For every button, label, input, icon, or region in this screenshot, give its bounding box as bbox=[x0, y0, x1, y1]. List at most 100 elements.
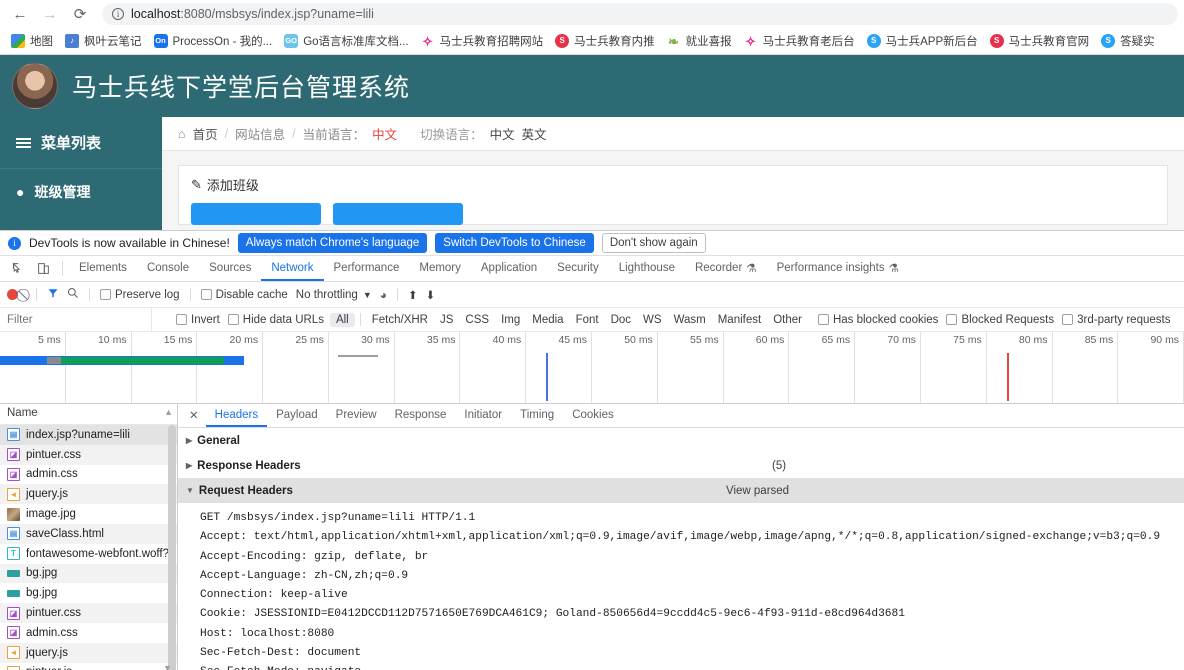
request-row[interactable]: ▤ index.jsp?uname=lili bbox=[0, 425, 177, 445]
request-row[interactable]: ◪ pintuer.css bbox=[0, 444, 177, 465]
bookmark-item[interactable]: S 马士兵教育内推 bbox=[550, 31, 662, 51]
preserve-log-checkbox[interactable]: Preserve log bbox=[100, 289, 180, 301]
form-field-button[interactable] bbox=[191, 203, 321, 225]
filter-type-wasm[interactable]: Wasm bbox=[668, 313, 712, 327]
record-icon[interactable] bbox=[7, 289, 18, 300]
breadcrumb-section[interactable]: 网站信息 bbox=[235, 124, 285, 143]
sidebar-item-class-management[interactable]: ● 班级管理 bbox=[0, 169, 162, 215]
scroll-up-icon[interactable]: ▲ bbox=[164, 407, 177, 424]
address-bar[interactable]: i localhost:8080/msbsys/index.jsp?uname=… bbox=[102, 3, 1178, 25]
request-row[interactable]: bg.jpg bbox=[0, 583, 177, 603]
switch-devtools-chinese-button[interactable]: Switch DevTools to Chinese bbox=[435, 233, 594, 253]
tab-performance-insights[interactable]: Performance insights ⚗ bbox=[767, 256, 909, 281]
filter-type-img[interactable]: Img bbox=[495, 313, 526, 327]
tab-network[interactable]: Network bbox=[261, 256, 324, 281]
request-row[interactable]: bg.jpg bbox=[0, 563, 177, 584]
tab-console[interactable]: Console bbox=[137, 256, 199, 281]
back-icon[interactable]: ← bbox=[6, 2, 34, 26]
request-row[interactable]: ◄ pintuer.js bbox=[0, 663, 177, 670]
request-row[interactable]: Tfontawesome-webfont.woff?v bbox=[0, 544, 177, 564]
tab-preview[interactable]: Preview bbox=[327, 404, 386, 427]
request-row[interactable]: ◄ jquery.js bbox=[0, 642, 177, 663]
request-row[interactable]: ◪ admin.css bbox=[0, 465, 177, 485]
reload-icon[interactable]: ⟳ bbox=[66, 2, 94, 26]
tab-timing[interactable]: Timing bbox=[511, 404, 563, 427]
device-toolbar-icon[interactable] bbox=[30, 256, 56, 281]
has-blocked-cookies-checkbox[interactable]: Has blocked cookies bbox=[817, 314, 938, 326]
filter-icon[interactable] bbox=[47, 287, 59, 302]
bookmark-item[interactable]: S 答疑实 bbox=[1096, 31, 1162, 51]
tab-payload[interactable]: Payload bbox=[267, 404, 327, 427]
filter-type-fetch-xhr[interactable]: Fetch/XHR bbox=[366, 313, 434, 327]
bookmark-item[interactable]: GO Go语言标准库文档... bbox=[279, 31, 415, 51]
filter-input[interactable] bbox=[0, 308, 152, 331]
throttling-select[interactable]: No throttling ▼ bbox=[296, 289, 372, 301]
tab-recorder[interactable]: Recorder ⚗ bbox=[685, 256, 767, 281]
general-section-header[interactable]: ▶ General bbox=[178, 428, 1184, 453]
request-row[interactable]: ◄ jquery.js bbox=[0, 484, 177, 505]
inspect-element-icon[interactable] bbox=[4, 256, 30, 281]
bookmark-item[interactable]: S 马士兵APP新后台 bbox=[862, 31, 985, 51]
switch-language-en[interactable]: 英文 bbox=[522, 124, 547, 143]
tab-security[interactable]: Security bbox=[547, 256, 609, 281]
tab-application[interactable]: Application bbox=[471, 256, 547, 281]
filter-type-ws[interactable]: WS bbox=[637, 313, 668, 327]
breadcrumb-home[interactable]: 首页 bbox=[193, 124, 218, 143]
bookmark-item[interactable]: ❧ 就业喜报 bbox=[662, 31, 739, 51]
tab-elements[interactable]: Elements bbox=[69, 256, 137, 281]
filter-type-font[interactable]: Font bbox=[570, 313, 605, 327]
search-icon[interactable] bbox=[67, 287, 79, 302]
tab-sources[interactable]: Sources bbox=[199, 256, 261, 281]
filter-type-media[interactable]: Media bbox=[526, 313, 569, 327]
view-parsed-button[interactable]: View parsed bbox=[726, 485, 789, 497]
filter-type-other[interactable]: Other bbox=[767, 313, 808, 327]
export-har-icon[interactable]: ⬇ bbox=[426, 288, 436, 302]
filter-type-css[interactable]: CSS bbox=[459, 313, 495, 327]
hide-data-urls-checkbox[interactable]: Hide data URLs bbox=[227, 314, 324, 326]
request-headers-section-header[interactable]: ▼ Request Headers View parsed bbox=[178, 478, 1184, 503]
request-list-scrollbar[interactable] bbox=[168, 425, 176, 670]
menu-list-header[interactable]: 菜单列表 bbox=[0, 117, 162, 169]
filter-type-doc[interactable]: Doc bbox=[605, 313, 637, 327]
tab-lighthouse[interactable]: Lighthouse bbox=[609, 256, 685, 281]
bookmark-item[interactable]: S 马士兵教育官网 bbox=[985, 31, 1097, 51]
bookmark-item[interactable]: On ProcessOn - 我的... bbox=[149, 31, 280, 51]
tab-memory[interactable]: Memory bbox=[409, 256, 471, 281]
filter-type-js[interactable]: JS bbox=[434, 313, 459, 327]
close-icon[interactable]: ✕ bbox=[182, 404, 206, 427]
network-conditions-icon[interactable]: ◕ bbox=[380, 288, 387, 302]
scroll-down-icon[interactable]: ▼ bbox=[163, 663, 176, 670]
network-overview-timeline[interactable]: 5 ms 10 ms 15 ms 20 ms 25 ms 30 ms 35 ms… bbox=[0, 332, 1184, 404]
bookmark-item[interactable]: ✧ 马士兵教育招聘网站 bbox=[416, 31, 551, 51]
forward-icon[interactable]: → bbox=[36, 2, 64, 26]
tab-response[interactable]: Response bbox=[386, 404, 456, 427]
header-line: Sec-Fetch-Mode: navigate bbox=[200, 663, 1184, 670]
always-match-language-button[interactable]: Always match Chrome's language bbox=[237, 233, 428, 253]
tab-headers[interactable]: Headers bbox=[205, 404, 268, 427]
filter-type-manifest[interactable]: Manifest bbox=[712, 313, 767, 327]
tab-performance[interactable]: Performance bbox=[324, 256, 410, 281]
timeline-cell: 35 ms bbox=[395, 332, 461, 403]
column-header-name[interactable]: Name bbox=[7, 407, 38, 424]
request-row[interactable]: image.jpg bbox=[0, 504, 177, 524]
request-row[interactable]: ◪ pintuer.css bbox=[0, 603, 177, 623]
disable-cache-checkbox[interactable]: Disable cache bbox=[200, 289, 288, 301]
request-row[interactable]: ▤ saveClass.html bbox=[0, 523, 177, 544]
site-info-icon[interactable]: i bbox=[112, 8, 124, 20]
form-field-button[interactable] bbox=[333, 203, 463, 225]
filter-type-all[interactable]: All bbox=[329, 312, 355, 327]
import-har-icon[interactable]: ⬆ bbox=[408, 288, 418, 302]
third-party-requests-checkbox[interactable]: 3rd-party requests bbox=[1062, 314, 1170, 326]
request-row[interactable]: ◪ admin.css bbox=[0, 623, 177, 643]
blocked-requests-checkbox[interactable]: Blocked Requests bbox=[946, 314, 1054, 326]
dont-show-again-button[interactable]: Don't show again bbox=[601, 233, 706, 253]
switch-language-zh[interactable]: 中文 bbox=[490, 124, 515, 143]
invert-checkbox[interactable]: Invert bbox=[176, 314, 220, 326]
bookmark-item[interactable]: ✧ 马士兵教育老后台 bbox=[739, 31, 862, 51]
bookmark-item[interactable]: ♪ 枫叶云笔记 bbox=[60, 31, 149, 51]
bookmark-item[interactable]: 地图 bbox=[6, 31, 60, 51]
tab-initiator[interactable]: Initiator bbox=[455, 404, 511, 427]
tab-cookies[interactable]: Cookies bbox=[563, 404, 623, 427]
request-name: pintuer.js bbox=[26, 666, 72, 670]
response-headers-section-header[interactable]: ▶ Response Headers (5) bbox=[178, 453, 1184, 478]
